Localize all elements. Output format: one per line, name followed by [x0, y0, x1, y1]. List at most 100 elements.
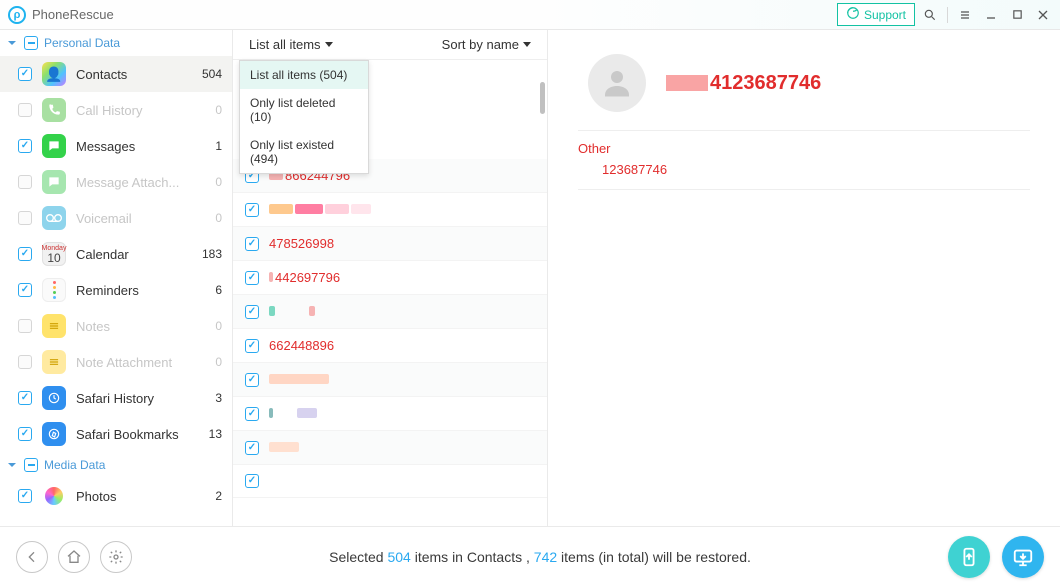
contact-label: 478526998 [269, 236, 334, 251]
contact-label: 662448896 [269, 338, 334, 353]
contact-row[interactable] [233, 193, 547, 227]
sidebar-item-voicemail: Voicemail 0 [0, 200, 232, 236]
section-title: Personal Data [44, 36, 120, 50]
search-icon[interactable] [919, 4, 941, 26]
main-area: Personal Data👤Contacts504Call History0Me… [0, 30, 1060, 527]
settings-button[interactable] [100, 541, 132, 573]
section-header[interactable]: Media Data [0, 452, 232, 478]
sidebar-item-label: Safari History [76, 391, 184, 406]
contact-row[interactable] [233, 397, 547, 431]
status-text: Selected 504 items in Contacts , 742 ite… [132, 549, 948, 565]
menu-icon[interactable] [954, 4, 976, 26]
sidebar-item-label: Voicemail [76, 211, 184, 226]
checkbox[interactable] [18, 67, 32, 81]
sidebar-item-safari-history[interactable]: Safari History 3 [0, 380, 232, 416]
close-button[interactable] [1032, 4, 1054, 26]
checkbox[interactable] [18, 247, 32, 261]
filter-label: List all items [249, 37, 321, 52]
filter-option[interactable]: Only list deleted (10) [240, 89, 368, 131]
app-logo-icon: ρ [8, 6, 26, 24]
minimize-button[interactable] [980, 4, 1002, 26]
checkbox [18, 355, 32, 369]
restore-to-computer-button[interactable] [1002, 536, 1044, 578]
sidebar-item-note-attachment: Note Attachment0 [0, 344, 232, 380]
separator [947, 7, 948, 23]
detail-header: 4123687746 [578, 54, 1030, 112]
sidebar-item-label: Message Attach... [76, 175, 184, 190]
sidebar-item-label: Note Attachment [76, 355, 184, 370]
checkbox [18, 211, 32, 225]
sidebar-item-message-attach-: Message Attach... 0 [0, 164, 232, 200]
safbk-icon [42, 422, 66, 446]
sidebar-item-safari-bookmarks[interactable]: Safari Bookmarks13 [0, 416, 232, 452]
contact-row[interactable] [233, 431, 547, 465]
sidebar-item-label: Safari Bookmarks [76, 427, 184, 442]
contact-row[interactable] [233, 363, 547, 397]
chevron-down-icon [325, 42, 333, 47]
restore-to-device-button[interactable] [948, 536, 990, 578]
sidebar-item-count: 2 [194, 489, 222, 503]
checkbox[interactable] [24, 458, 38, 472]
sidebar-item-contacts[interactable]: 👤Contacts504 [0, 56, 232, 92]
checkbox[interactable] [18, 283, 32, 297]
sidebar-item-count: 3 [194, 391, 222, 405]
attach-icon [42, 170, 66, 194]
sidebar-item-reminders[interactable]: Reminders6 [0, 272, 232, 308]
sidebar-item-count: 0 [194, 103, 222, 117]
contact-name: 4123687746 [666, 72, 821, 95]
contact-row[interactable] [233, 295, 547, 329]
checkbox[interactable] [18, 427, 32, 441]
support-icon [846, 6, 860, 23]
sidebar-item-count: 0 [194, 319, 222, 333]
filter-option[interactable]: Only list existed (494) [240, 131, 368, 173]
home-button[interactable] [58, 541, 90, 573]
checkbox[interactable] [24, 36, 38, 50]
checkbox[interactable] [245, 305, 259, 319]
footer: Selected 504 items in Contacts , 742 ite… [0, 527, 1060, 587]
support-button[interactable]: Support [837, 3, 915, 26]
checkbox[interactable] [18, 391, 32, 405]
photos-icon [42, 484, 66, 508]
sort-dropdown[interactable]: Sort by name [442, 37, 531, 52]
sidebar-item-label: Contacts [76, 67, 184, 82]
msg-icon [42, 134, 66, 158]
notes-icon [42, 314, 66, 338]
phone-value: 123687746 [578, 160, 1030, 190]
checkbox [18, 319, 32, 333]
checkbox[interactable] [245, 407, 259, 421]
checkbox[interactable] [245, 271, 259, 285]
contact-row[interactable]: 478526998 [233, 227, 547, 261]
checkbox[interactable] [245, 203, 259, 217]
scrollbar-thumb[interactable] [540, 82, 545, 114]
sidebar-item-count: 1 [194, 139, 222, 153]
checkbox[interactable] [18, 489, 32, 503]
checkbox[interactable] [245, 373, 259, 387]
checkbox[interactable] [245, 237, 259, 251]
sidebar-item-photos[interactable]: Photos2 [0, 478, 232, 514]
rem-icon [42, 278, 66, 302]
sidebar-item-count: 6 [194, 283, 222, 297]
sidebar-item-label: Messages [76, 139, 184, 154]
contact-row[interactable]: 662448896 [233, 329, 547, 363]
contact-label [269, 202, 373, 217]
contact-label [269, 304, 317, 319]
list-toolbar: List all items Sort by name [233, 30, 547, 60]
section-header[interactable]: Personal Data [0, 30, 232, 56]
sidebar-item-calendar[interactable]: Monday10Calendar183 [0, 236, 232, 272]
section-title: Media Data [44, 458, 105, 472]
checkbox[interactable] [245, 441, 259, 455]
sidebar-item-call-history: Call History0 [0, 92, 232, 128]
filter-option[interactable]: List all items (504) [240, 61, 368, 89]
sidebar-item-messages[interactable]: Messages 1 [0, 128, 232, 164]
filter-dropdown[interactable]: List all items [249, 37, 333, 52]
checkbox[interactable] [245, 339, 259, 353]
checkbox[interactable] [18, 139, 32, 153]
chevron-down-icon [6, 37, 18, 49]
sidebar-item-count: 0 [194, 211, 222, 225]
back-button[interactable] [16, 541, 48, 573]
contact-row[interactable]: 442697796 [233, 261, 547, 295]
maximize-button[interactable] [1006, 4, 1028, 26]
sidebar-item-count: 0 [194, 175, 222, 189]
checkbox[interactable] [245, 474, 259, 488]
contact-row[interactable] [233, 465, 547, 498]
